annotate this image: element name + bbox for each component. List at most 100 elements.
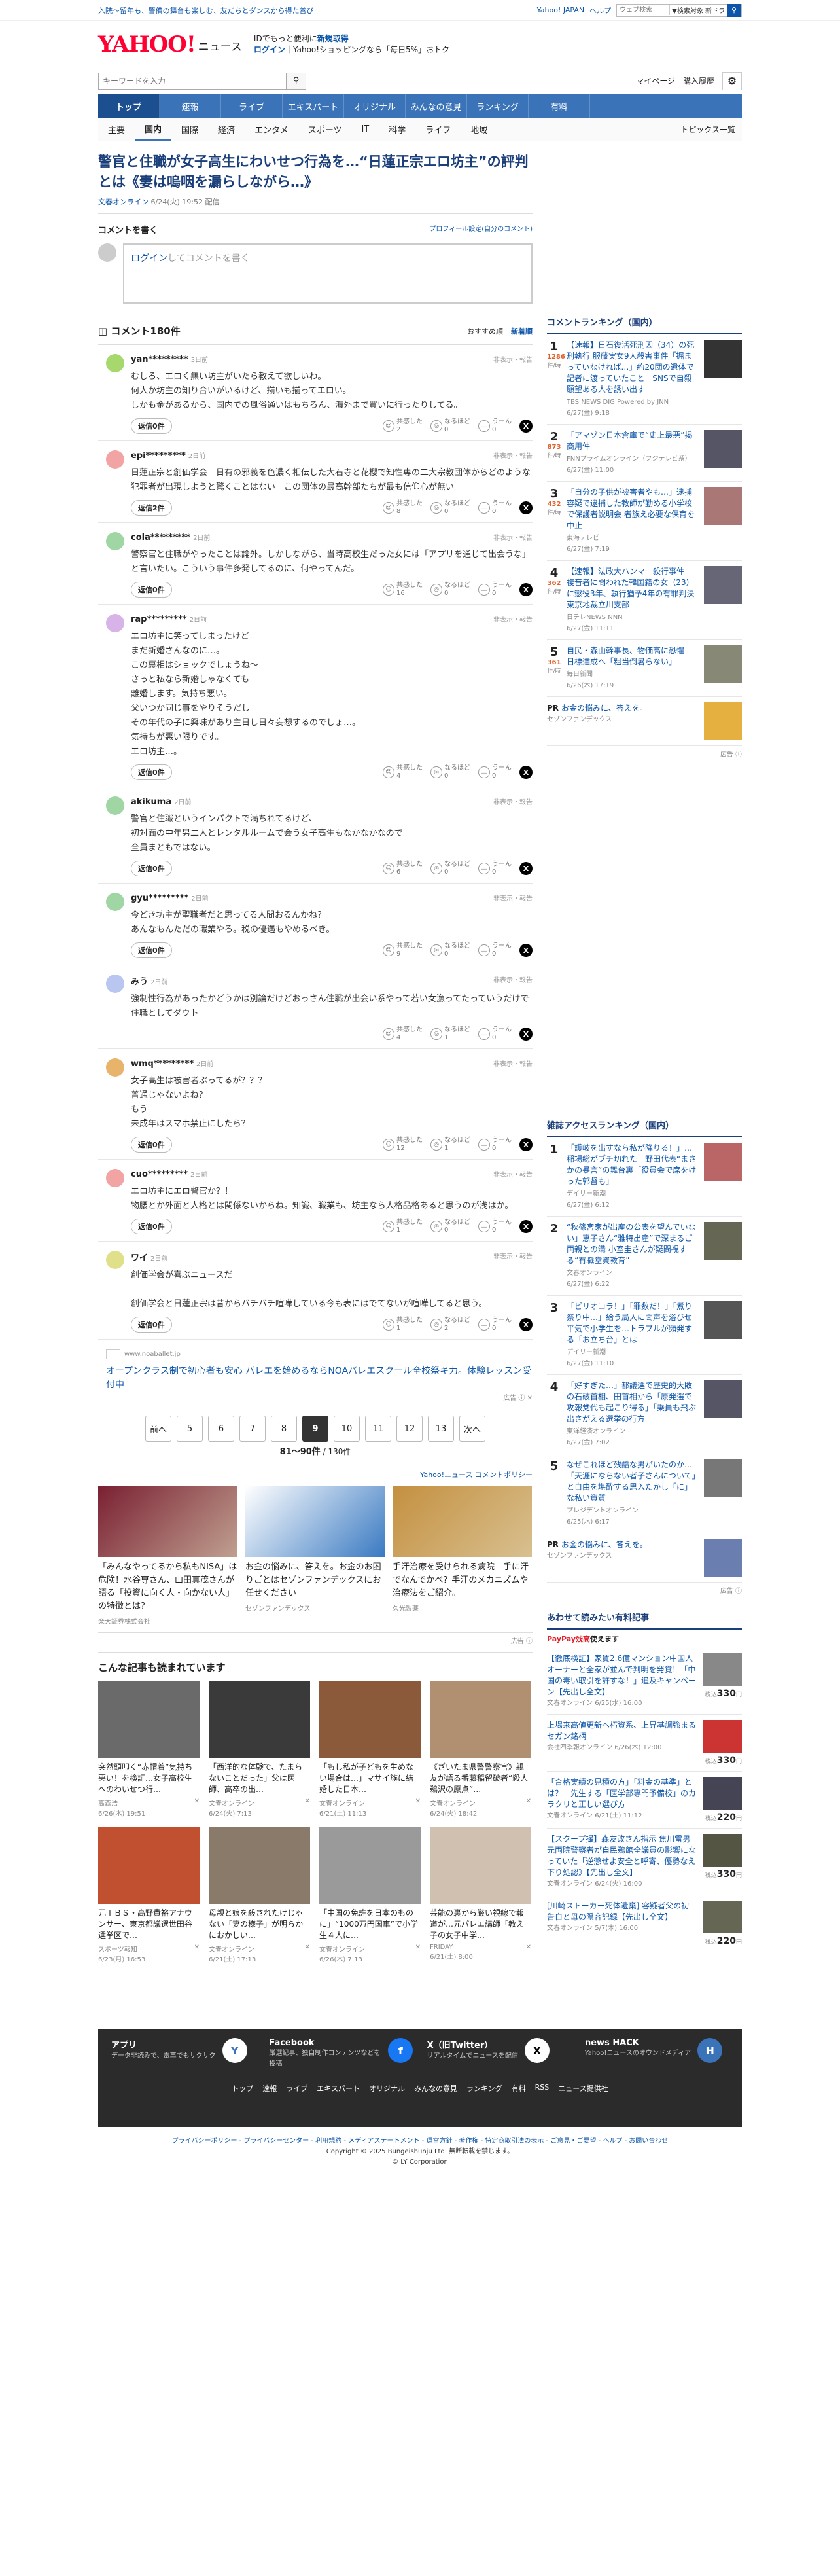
ranking-item[interactable]: 4 「好すぎた…」都議選で歴史的大敗の石破首相、田首相から「原発選で攻報党代も起こ… [547, 1375, 742, 1454]
nav-tab-1[interactable]: 速報 [160, 94, 221, 118]
comment-user[interactable]: akikuma [131, 797, 171, 807]
avatar[interactable] [106, 1251, 124, 1269]
ad-info-icon[interactable]: ⓘ [735, 1588, 742, 1595]
ranking-item[interactable]: 2 “秋篠宮家が出産の公表を望んでいない」恵子さん“雅特出産”で深まるご両親との溝… [547, 1217, 742, 1296]
comment-user[interactable]: みう [131, 977, 148, 987]
related-article-title[interactable]: 突然頭叩く“赤帽着”気持ち悪い！を検証…女子高校生へのわいせつ行… [98, 1762, 200, 1795]
related-article[interactable]: 母親と娘を殺されたけじゃない「妻の様子」が明らかにおかしい… 文春オンライン 6/2… [209, 1827, 310, 1963]
footer-app-1[interactable]: Facebook 厳選記事、独自制作コンテンツなどを投稿 f [269, 2038, 413, 2069]
inline-ad[interactable]: www.noaballet.jp オープンクラス制で初心者も安心 バレエを始める… [98, 1340, 533, 1406]
paid-title[interactable]: 「合格実績の見積の方」「料金の基準」とは？ 先生する「医学部専門予備校」のカラク… [547, 1778, 696, 1809]
paid-title[interactable]: 上場来高値更新ヘ朽資系、上昇基調強まるセガン銘柄 [547, 1721, 696, 1741]
report-link[interactable]: 非表示・報告 [493, 614, 533, 624]
ad-text[interactable]: 手汗治療を受けられる病院｜手に汗でなんでかべ？手汗のメカニズムや治療法をご紹介。 [393, 1561, 532, 1600]
footer-link-9[interactable]: ニュース提供社 [558, 2083, 608, 2094]
related-article-title[interactable]: 母親と娘を殺されたけじゃない「妻の様子」が明らかにおかしい… [209, 1908, 310, 1941]
paid-title[interactable]: 【徹底検証】家賃2.6億マンション中国人オーナーと全家が並んで判明を発覚！「中国… [547, 1654, 696, 1696]
close-icon[interactable]: ✕ [415, 1798, 421, 1817]
web-search-input[interactable] [617, 4, 670, 16]
x-share-icon[interactable]: X [519, 501, 533, 514]
footer-app-0[interactable]: アプリ データ非読みで、電車でもサクサク Y [111, 2038, 255, 2069]
reaction-hmm-button[interactable]: … うーん 0 [478, 418, 512, 434]
ranking-title[interactable]: 【速報】法政大ハンマー殺行事件 複音者に問われた韓国籍の女（23）に懲役3年、執… [567, 567, 702, 609]
footer-link-6[interactable]: ランキング [466, 2083, 502, 2094]
ranking-title[interactable]: 「護岐を出すなら私が降りる！」…稲場総がブチ切れた 野田代表“まさかの暴言”の舞… [567, 1143, 696, 1186]
report-link[interactable]: 非表示・報告 [493, 354, 533, 365]
page-5-button[interactable]: 5 [177, 1416, 203, 1442]
reply-button[interactable]: 返信0件 [131, 861, 172, 876]
x-share-icon[interactable]: X [519, 944, 533, 957]
report-link[interactable]: 非表示・報告 [493, 1058, 533, 1069]
gear-icon[interactable]: ⚙ [722, 71, 742, 90]
ad-card[interactable]: 「みんなやってるから私もNISA」は危険！水谷専さん、山田真茂さんが語る「投資に… [98, 1486, 237, 1626]
nav-tab-0[interactable]: トップ [98, 94, 160, 118]
paid-article[interactable]: 上場来高値更新ヘ朽資系、上昇基調強まるセガン銘柄 会社四季報オンライン 6/26(… [547, 1715, 742, 1772]
nav-tab-4[interactable]: オリジナル [344, 94, 406, 118]
nav-tab-3[interactable]: エキスパート [283, 94, 344, 118]
x-share-icon[interactable]: X [519, 1220, 533, 1233]
page-13-button[interactable]: 13 [428, 1416, 454, 1442]
page-10-button[interactable]: 10 [334, 1416, 360, 1442]
signup-link[interactable]: 新規取得 [317, 34, 349, 43]
nav-tab-6[interactable]: ランキング [467, 94, 529, 118]
ranking-item[interactable]: 3 432 件/時 「自分の子供が被害者やも…」逮捕容疑で逮捕した教師が勤める小学校で… [547, 482, 742, 561]
reaction-hmm-button[interactable]: … うーん 0 [478, 1026, 512, 1042]
reaction-insight-button[interactable]: ◎ なるほど 2 [430, 1317, 470, 1333]
help-link[interactable]: ヘルプ [589, 5, 611, 16]
reaction-agree-button[interactable]: ☺ 共感した 6 [383, 861, 423, 876]
related-article[interactable]: 「西洋的な体験で、たまらないことだった」父は医師、高卒の出… 文春オンライン 6/2… [209, 1681, 310, 1817]
ranking-title[interactable]: 自民・森山幹事長、物価高に恐懼 日標達成へ「粗当倒暑らない」 [567, 646, 692, 666]
category-tab-0[interactable]: 主要 [98, 118, 135, 141]
reply-button[interactable]: 返信0件 [131, 418, 172, 434]
ad-card[interactable]: 手汗治療を受けられる病院｜手に汗でなんでかべ？手汗のメカニズムや治療法をご紹介。… [393, 1486, 532, 1626]
ad-text[interactable]: 「みんなやってるから私もNISA」は危険！水谷専さん、山田真茂さんが語る「投資に… [98, 1561, 237, 1613]
reaction-agree-button[interactable]: ☺ 共感した 12 [383, 1137, 423, 1153]
category-tab-7[interactable]: 科学 [379, 118, 415, 141]
nav-tab-2[interactable]: ライブ [221, 94, 283, 118]
legal-links[interactable]: プライバシーポリシー - プライバシーセンター - 利用規約 - メディアステー… [0, 2136, 840, 2147]
avatar[interactable] [106, 354, 124, 372]
avatar[interactable] [106, 614, 124, 632]
comment-user[interactable]: ワイ [131, 1253, 148, 1263]
related-article-title[interactable]: 「西洋的な体験で、たまらないことだった」父は医師、高卒の出… [209, 1762, 310, 1795]
category-tab-6[interactable]: IT [351, 118, 379, 141]
reaction-hmm-button[interactable]: … うーん 0 [478, 1219, 512, 1234]
category-tab-9[interactable]: 地域 [461, 118, 497, 141]
search-icon[interactable]: ⚲ [727, 3, 741, 17]
login-link[interactable]: ログイン [254, 45, 285, 54]
reaction-hmm-button[interactable]: … うーん 0 [478, 764, 512, 780]
footer-link-8[interactable]: RSS [535, 2083, 550, 2094]
page-11-button[interactable]: 11 [365, 1416, 391, 1442]
comment-user[interactable]: cuo********* [131, 1170, 188, 1179]
nav-tab-7[interactable]: 有料 [529, 94, 590, 118]
footer-app-2[interactable]: X（旧Twitter） リアルタイムでニュースを配信 X [427, 2038, 571, 2069]
page-12-button[interactable]: 12 [396, 1416, 423, 1442]
footer-link-0[interactable]: トップ [232, 2083, 253, 2094]
reaction-hmm-button[interactable]: … うーん 0 [478, 861, 512, 876]
reaction-hmm-button[interactable]: … うーん 0 [478, 500, 512, 516]
category-tab-2[interactable]: 国際 [171, 118, 208, 141]
related-article-title[interactable]: 《ざいたま県警警察官》親友が語る番藤稲留破者“殺人鵜沢の原点”… [430, 1762, 531, 1795]
reaction-agree-button[interactable]: ☺ 共感した 9 [383, 942, 423, 958]
ranking-title[interactable]: 【速報】日石復活死刑囚（34）の死刑執行 服藤実女9人殺害事件「掘まっていなけれ… [567, 340, 694, 394]
report-link[interactable]: 非表示・報告 [493, 532, 533, 543]
close-icon[interactable]: ✕ [305, 1944, 310, 1963]
reply-button[interactable]: 返信0件 [131, 942, 172, 958]
history-link[interactable]: 購入履歴 [683, 75, 714, 86]
reaction-hmm-button[interactable]: … うーん 0 [478, 942, 512, 958]
page-8-button[interactable]: 8 [271, 1416, 297, 1442]
avatar[interactable] [106, 450, 124, 469]
pr-text[interactable]: お金の悩みに、答えを。 [561, 1540, 648, 1549]
reaction-hmm-button[interactable]: … うーん 0 [478, 1137, 512, 1153]
ranking-item[interactable]: 4 362 件/時 【速報】法政大ハンマー殺行事件 複音者に問われた韓国籍の女（23）… [547, 561, 742, 640]
reaction-insight-button[interactable]: ◎ なるほど 0 [430, 764, 470, 780]
paid-article[interactable]: 【スクープ撮】森友改さん指示 焦川雷男元両院警察者が自民鵜館全議員の影響になって… [547, 1829, 742, 1895]
ad-info-icon[interactable]: ⓘ [735, 751, 742, 759]
ranking-item[interactable]: 5 なぜこれほど残酷な男がいたのか…「天涯にならない者子さんについて」と自由を堪酔… [547, 1454, 742, 1533]
reaction-agree-button[interactable]: ☺ 共感した 16 [383, 582, 423, 598]
related-article-title[interactable]: 「もし私が子どもを生めない場合は…」マサイ族に結婚した日本… [319, 1762, 421, 1795]
comment-policy-link[interactable]: Yahoo!ニュース コメントポリシー [98, 1465, 533, 1484]
yahoo-japan-link[interactable]: Yahoo! JAPAN [537, 6, 585, 14]
avatar[interactable] [106, 893, 124, 911]
avatar[interactable] [106, 796, 124, 815]
